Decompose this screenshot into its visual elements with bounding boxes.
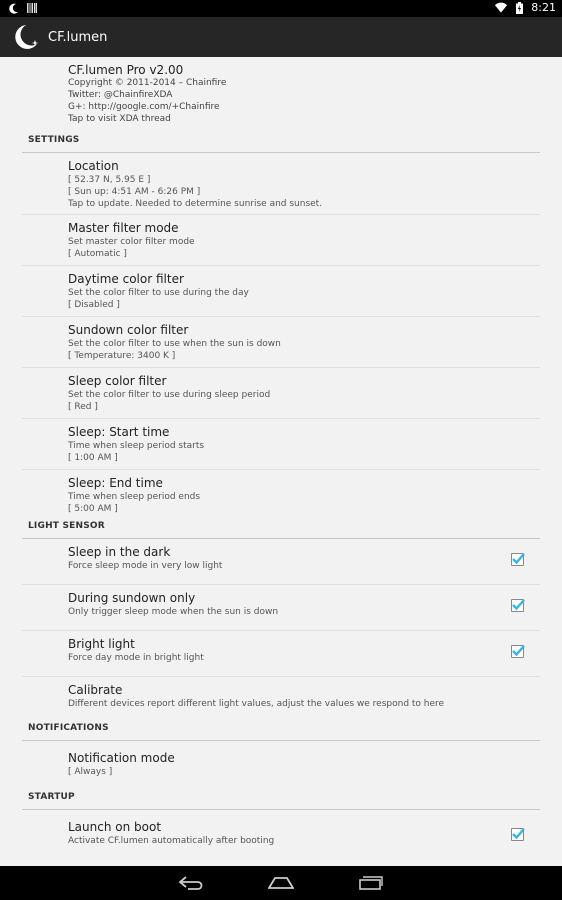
recents-icon[interactable] <box>357 873 385 893</box>
pref-summary: [ Always ] <box>68 767 113 777</box>
pref-summary: [ Automatic ] <box>68 249 127 259</box>
pref-sleep-start-time[interactable]: Sleep: Start time Time when sleep period… <box>22 419 540 470</box>
about-copyright: Copyright © 2011-2014 – Chainfire <box>68 78 227 88</box>
pref-sleep-in-the-dark[interactable]: Sleep in the dark Force sleep mode in ve… <box>22 539 540 585</box>
pref-sleep-end-time[interactable]: Sleep: End time Time when sleep period e… <box>22 470 540 521</box>
pref-summary: Activate CF.lumen automatically after bo… <box>68 836 275 846</box>
check-icon <box>512 553 525 565</box>
pref-launch-on-boot[interactable]: Launch on boot Activate CF.lumen automat… <box>22 810 540 856</box>
pref-summary: [ 1:00 AM ] <box>68 453 118 463</box>
pref-summary: [ Disabled ] <box>68 300 120 310</box>
wifi-icon <box>495 2 508 14</box>
pref-summary: Time when sleep period starts <box>68 441 205 451</box>
pref-summary: Force day mode in bright light <box>68 653 204 663</box>
about-twitter: Twitter: @ChainfireXDA <box>68 90 173 100</box>
pref-title: Sleep in the dark <box>68 545 171 559</box>
pref-summary: Only trigger sleep mode when the sun is … <box>68 607 279 617</box>
pref-calibrate[interactable]: Calibrate Different devices report diffe… <box>22 677 540 723</box>
pref-title: Sleep: Start time <box>68 425 170 439</box>
pref-master-filter-mode[interactable]: Master filter mode Set master color filt… <box>22 215 540 266</box>
status-bar: 8:21 <box>0 0 562 17</box>
battery-icon <box>513 1 525 14</box>
moon-icon <box>8 2 20 14</box>
pref-summary: Set master color filter mode <box>68 237 195 247</box>
pref-sundown-color-filter[interactable]: Sundown color filter Set the color filte… <box>22 317 540 368</box>
category-startup: STARTUP <box>22 792 540 810</box>
category-notifications: NOTIFICATIONS <box>22 723 540 741</box>
pref-title: Sleep: End time <box>68 476 163 490</box>
pref-title: During sundown only <box>68 591 196 605</box>
pref-location[interactable]: Location [ 52.37 N, 5.95 E ] [ Sun up: 4… <box>22 153 540 215</box>
pref-title: Launch on boot <box>68 820 162 834</box>
pref-title: Calibrate <box>68 683 123 697</box>
about-item[interactable]: CF.lumen Pro v2.00 Copyright © 2011-2014… <box>0 57 562 135</box>
check-icon <box>512 828 525 840</box>
category-settings: SETTINGS <box>22 135 540 153</box>
pref-title: Notification mode <box>68 751 175 765</box>
pref-summary: Different devices report different light… <box>68 699 445 709</box>
pref-notification-mode[interactable]: Notification mode [ Always ] <box>22 741 540 792</box>
category-light-sensor: LIGHT SENSOR <box>22 521 540 539</box>
pref-bright-light[interactable]: Bright light Force day mode in bright li… <box>22 631 540 677</box>
pref-title: Sundown color filter <box>68 323 189 337</box>
about-gplus: G+: http://google.com/+Chainfire <box>68 102 220 112</box>
pref-summary: Time when sleep period ends <box>68 492 201 502</box>
pref-summary: [ 52.37 N, 5.95 E ] <box>68 175 151 185</box>
navigation-bar <box>0 866 562 900</box>
bright-light-checkbox[interactable] <box>511 645 525 658</box>
pref-title: Bright light <box>68 637 135 651</box>
pref-summary: Tap to update. Needed to determine sunri… <box>68 199 323 209</box>
moon-star-icon[interactable] <box>12 22 42 52</box>
pref-summary: [ Red ] <box>68 402 98 412</box>
action-bar: CF.lumen <box>0 17 562 57</box>
about-xda-link: Tap to visit XDA thread <box>68 114 171 124</box>
pref-daytime-color-filter[interactable]: Daytime color filter Set the color filte… <box>22 266 540 317</box>
pref-title: Sleep color filter <box>68 374 167 388</box>
app-title: CF.lumen <box>48 29 108 45</box>
check-icon <box>512 645 525 657</box>
pref-summary: Set the color filter to use during the d… <box>68 288 249 298</box>
pref-summary: [ 5:00 AM ] <box>68 504 118 514</box>
home-icon[interactable] <box>267 873 295 893</box>
pref-title: Daytime color filter <box>68 272 184 286</box>
barcode-icon <box>26 2 38 14</box>
launch-on-boot-checkbox[interactable] <box>511 828 525 841</box>
pref-summary: Set the color filter to use during sleep… <box>68 390 271 400</box>
pref-summary: [ Temperature: 3400 K ] <box>68 351 176 361</box>
about-title: CF.lumen Pro v2.00 <box>68 63 184 77</box>
sleep-in-the-dark-checkbox[interactable] <box>511 553 525 566</box>
pref-summary: Set the color filter to use when the sun… <box>68 339 281 349</box>
pref-title: Master filter mode <box>68 221 179 235</box>
during-sundown-only-checkbox[interactable] <box>511 599 525 612</box>
pref-title: Location <box>68 159 119 173</box>
pref-summary: Force sleep mode in very low light <box>68 561 223 571</box>
back-icon[interactable] <box>177 873 205 893</box>
check-icon <box>512 599 525 611</box>
pref-sleep-color-filter[interactable]: Sleep color filter Set the color filter … <box>22 368 540 419</box>
status-time: 8:21 <box>531 1 556 14</box>
preferences-list[interactable]: CF.lumen Pro v2.00 Copyright © 2011-2014… <box>0 57 562 866</box>
pref-during-sundown-only[interactable]: During sundown only Only trigger sleep m… <box>22 585 540 631</box>
pref-summary: [ Sun up: 4:51 AM - 6:26 PM ] <box>68 187 201 197</box>
